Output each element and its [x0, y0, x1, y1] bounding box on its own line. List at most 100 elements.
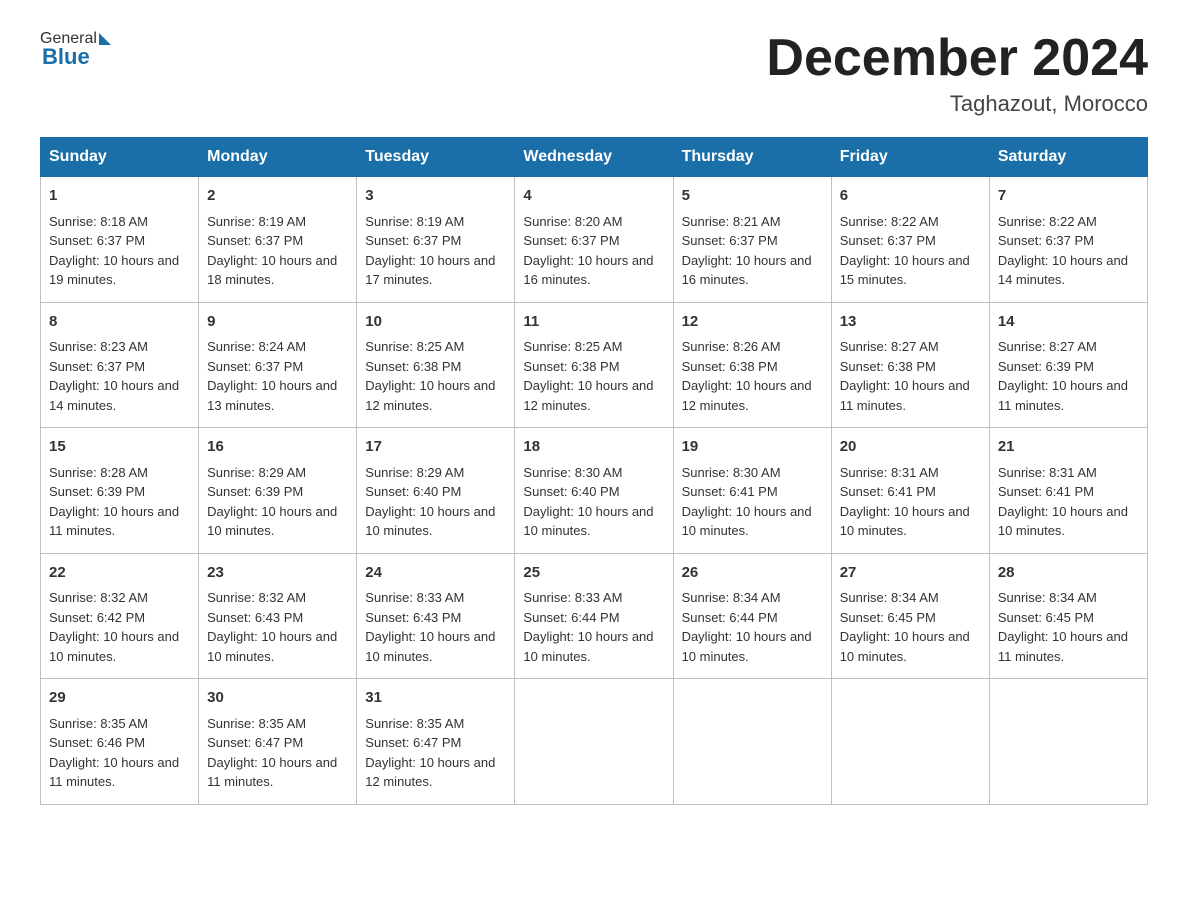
calendar-cell: 1Sunrise: 8:18 AMSunset: 6:37 PMDaylight… — [41, 177, 199, 303]
daylight-text: Daylight: 10 hours and 10 minutes. — [523, 629, 653, 664]
day-number: 17 — [365, 436, 506, 459]
sunrise-text: Sunrise: 8:27 AM — [998, 339, 1097, 354]
sunrise-text: Sunrise: 8:34 AM — [998, 590, 1097, 605]
calendar-cell: 30 Sunrise: 8:35 AM Sunset: 6:47 PM Dayligh… — [199, 679, 357, 805]
daylight-text: Daylight: 10 hours and 14 minutes. — [49, 378, 179, 413]
day-number: 5 — [682, 185, 823, 208]
calendar-week-row: 8Sunrise: 8:23 AMSunset: 6:37 PMDaylight… — [41, 302, 1148, 428]
sunrise-text: Sunrise: 8:22 AM — [998, 214, 1097, 229]
day-number: 16 — [207, 436, 348, 459]
daylight-text: Daylight: 10 hours and 14 minutes. — [998, 253, 1128, 288]
sunrise-text: Sunrise: 8:34 AM — [840, 590, 939, 605]
sunrise-text: Sunrise: 8:28 AM — [49, 465, 148, 480]
sunrise-text: Sunrise: 8:35 AM — [49, 716, 148, 731]
col-saturday: Saturday — [989, 138, 1147, 177]
sunrise-text: Sunrise: 8:24 AM — [207, 339, 306, 354]
sunrise-text: Sunrise: 8:30 AM — [682, 465, 781, 480]
col-monday: Monday — [199, 138, 357, 177]
sunrise-text: Sunrise: 8:19 AM — [207, 214, 306, 229]
sunset-text: Sunset: 6:47 PM — [207, 735, 303, 750]
calendar-cell: 19Sunrise: 8:30 AMSunset: 6:41 PMDayligh… — [673, 428, 831, 554]
sunset-text: Sunset: 6:45 PM — [840, 610, 936, 625]
title-area: December 2024 Taghazout, Morocco — [766, 30, 1148, 117]
day-number: 19 — [682, 436, 823, 459]
sunset-text: Sunset: 6:37 PM — [49, 233, 145, 248]
day-number: 13 — [840, 311, 981, 334]
daylight-text: Daylight: 10 hours and 11 minutes. — [207, 755, 337, 790]
daylight-text: Daylight: 10 hours and 11 minutes. — [49, 755, 179, 790]
day-number: 14 — [998, 311, 1139, 334]
daylight-text: Daylight: 10 hours and 10 minutes. — [49, 629, 179, 664]
calendar-cell: 23Sunrise: 8:32 AMSunset: 6:43 PMDayligh… — [199, 553, 357, 679]
sunset-text: Sunset: 6:37 PM — [840, 233, 936, 248]
sunset-text: Sunset: 6:47 PM — [365, 735, 461, 750]
sunrise-text: Sunrise: 8:29 AM — [207, 465, 306, 480]
daylight-text: Daylight: 10 hours and 11 minutes. — [49, 504, 179, 539]
day-number: 30 — [207, 687, 348, 710]
calendar-cell: 5Sunrise: 8:21 AMSunset: 6:37 PMDaylight… — [673, 177, 831, 303]
sunrise-text: Sunrise: 8:32 AM — [49, 590, 148, 605]
calendar-cell: 29Sunrise: 8:35 AMSunset: 6:46 PMDayligh… — [41, 679, 199, 805]
day-number: 18 — [523, 436, 664, 459]
sunset-text: Sunset: 6:37 PM — [998, 233, 1094, 248]
calendar-week-row: 15 Sunrise: 8:28 AM Sunset: 6:39 PM Dayligh… — [41, 428, 1148, 554]
daylight-text: Daylight: 10 hours and 11 minutes. — [998, 629, 1128, 664]
sunset-text: Sunset: 6:37 PM — [523, 233, 619, 248]
calendar-cell: 11Sunrise: 8:25 AMSunset: 6:38 PMDayligh… — [515, 302, 673, 428]
sunset-text: Sunset: 6:44 PM — [682, 610, 778, 625]
calendar-cell: 6Sunrise: 8:22 AMSunset: 6:37 PMDaylight… — [831, 177, 989, 303]
day-number: 7 — [998, 185, 1139, 208]
sunrise-text: Sunrise: 8:29 AM — [365, 465, 464, 480]
sunrise-text: Sunrise: 8:33 AM — [523, 590, 622, 605]
day-number: 29 — [49, 687, 190, 710]
sunset-text: Sunset: 6:42 PM — [49, 610, 145, 625]
day-number: 12 — [682, 311, 823, 334]
sunset-text: Sunset: 6:39 PM — [207, 484, 303, 499]
sunrise-text: Sunrise: 8:20 AM — [523, 214, 622, 229]
daylight-text: Daylight: 10 hours and 11 minutes. — [840, 378, 970, 413]
sunrise-text: Sunrise: 8:22 AM — [840, 214, 939, 229]
sunrise-text: Sunrise: 8:25 AM — [523, 339, 622, 354]
sunset-text: Sunset: 6:40 PM — [365, 484, 461, 499]
daylight-text: Daylight: 10 hours and 18 minutes. — [207, 253, 337, 288]
logo: General Blue — [40, 30, 113, 70]
sunset-text: Sunset: 6:38 PM — [840, 359, 936, 374]
daylight-text: Daylight: 10 hours and 10 minutes. — [207, 629, 337, 664]
sunrise-text: Sunrise: 8:35 AM — [207, 716, 306, 731]
sunset-text: Sunset: 6:39 PM — [49, 484, 145, 499]
day-number: 20 — [840, 436, 981, 459]
daylight-text: Daylight: 10 hours and 10 minutes. — [840, 629, 970, 664]
sunset-text: Sunset: 6:37 PM — [49, 359, 145, 374]
sunrise-text: Sunrise: 8:18 AM — [49, 214, 148, 229]
calendar-cell: 20Sunrise: 8:31 AMSunset: 6:41 PMDayligh… — [831, 428, 989, 554]
sunset-text: Sunset: 6:41 PM — [682, 484, 778, 499]
calendar-cell: 26Sunrise: 8:34 AMSunset: 6:44 PMDayligh… — [673, 553, 831, 679]
daylight-text: Daylight: 10 hours and 15 minutes. — [840, 253, 970, 288]
day-number: 11 — [523, 311, 664, 334]
day-number: 15 — [49, 436, 190, 459]
sunrise-text: Sunrise: 8:26 AM — [682, 339, 781, 354]
sunrise-text: Sunrise: 8:19 AM — [365, 214, 464, 229]
calendar-cell: 21Sunrise: 8:31 AMSunset: 6:41 PMDayligh… — [989, 428, 1147, 554]
day-number: 28 — [998, 562, 1139, 585]
calendar-cell: 31Sunrise: 8:35 AMSunset: 6:47 PMDayligh… — [357, 679, 515, 805]
sunset-text: Sunset: 6:37 PM — [365, 233, 461, 248]
daylight-text: Daylight: 10 hours and 10 minutes. — [207, 504, 337, 539]
calendar-cell: 17Sunrise: 8:29 AMSunset: 6:40 PMDayligh… — [357, 428, 515, 554]
col-tuesday: Tuesday — [357, 138, 515, 177]
sunrise-text: Sunrise: 8:31 AM — [840, 465, 939, 480]
month-title: December 2024 — [766, 30, 1148, 87]
daylight-text: Daylight: 10 hours and 11 minutes. — [998, 378, 1128, 413]
sunrise-text: Sunrise: 8:31 AM — [998, 465, 1097, 480]
day-number: 31 — [365, 687, 506, 710]
sunset-text: Sunset: 6:39 PM — [998, 359, 1094, 374]
day-number: 24 — [365, 562, 506, 585]
col-sunday: Sunday — [41, 138, 199, 177]
sunset-text: Sunset: 6:45 PM — [998, 610, 1094, 625]
sunset-text: Sunset: 6:40 PM — [523, 484, 619, 499]
calendar-cell: 10Sunrise: 8:25 AMSunset: 6:38 PMDayligh… — [357, 302, 515, 428]
day-number: 8 — [49, 311, 190, 334]
calendar-cell: 7 Sunrise: 8:22 AM Sunset: 6:37 PM Daylight… — [989, 177, 1147, 303]
sunset-text: Sunset: 6:41 PM — [998, 484, 1094, 499]
day-number: 26 — [682, 562, 823, 585]
